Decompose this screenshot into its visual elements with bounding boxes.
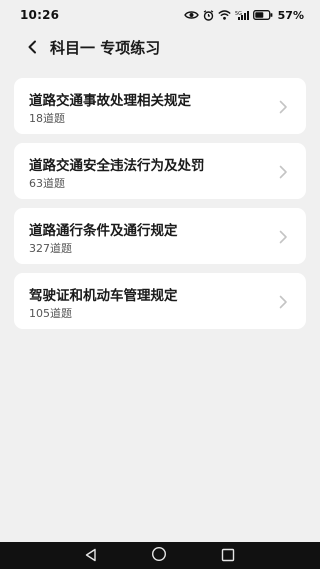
page-title: 科目一 专项练习 <box>50 39 161 57</box>
list-item[interactable]: 道路通行条件及通行规定 327道题 <box>14 208 306 264</box>
square-recents-icon <box>221 547 235 566</box>
chevron-right-icon <box>278 99 288 114</box>
list-item-count: 327道题 <box>29 242 72 255</box>
chevron-right-icon <box>278 229 288 244</box>
list-item[interactable]: 驾驶证和机动车管理规定 105道题 <box>14 273 306 329</box>
nav-home-button[interactable] <box>150 546 168 566</box>
nav-recents-button[interactable] <box>219 547 237 565</box>
signal-icon: 5G <box>235 10 249 21</box>
list-item-count: 63道题 <box>29 177 65 190</box>
alarm-icon <box>203 9 214 21</box>
battery-percent: 57% <box>277 8 304 22</box>
status-icons: 5G 57% <box>183 8 304 22</box>
back-button[interactable] <box>22 38 42 58</box>
list-item-title: 驾驶证和机动车管理规定 <box>29 288 178 304</box>
chevron-right-icon <box>278 294 288 309</box>
list-item-count: 105道题 <box>29 307 72 320</box>
system-nav-bar <box>0 542 320 569</box>
list-item[interactable]: 道路交通事故处理相关规定 18道题 <box>14 78 306 134</box>
chevron-right-icon <box>278 164 288 179</box>
triangle-back-icon <box>84 547 98 566</box>
wifi-icon <box>217 10 231 20</box>
circle-home-icon <box>151 546 167 566</box>
eye-icon <box>183 10 199 20</box>
status-time: 10:26 <box>20 8 60 22</box>
battery-icon <box>252 10 273 20</box>
status-bar: 10:26 5G 57% <box>0 0 320 30</box>
chevron-left-icon <box>27 39 37 58</box>
category-list: 道路交通事故处理相关规定 18道题 道路交通安全违法行为及处罚 63道题 道路通… <box>14 78 306 338</box>
list-item-title: 道路交通安全违法行为及处罚 <box>29 158 205 174</box>
list-item-title: 道路交通事故处理相关规定 <box>29 93 191 109</box>
list-item-title: 道路通行条件及通行规定 <box>29 223 178 239</box>
nav-back-button[interactable] <box>82 547 100 565</box>
list-item-count: 18道题 <box>29 112 65 125</box>
list-item[interactable]: 道路交通安全违法行为及处罚 63道题 <box>14 143 306 199</box>
header: 科目一 专项练习 <box>0 30 320 66</box>
